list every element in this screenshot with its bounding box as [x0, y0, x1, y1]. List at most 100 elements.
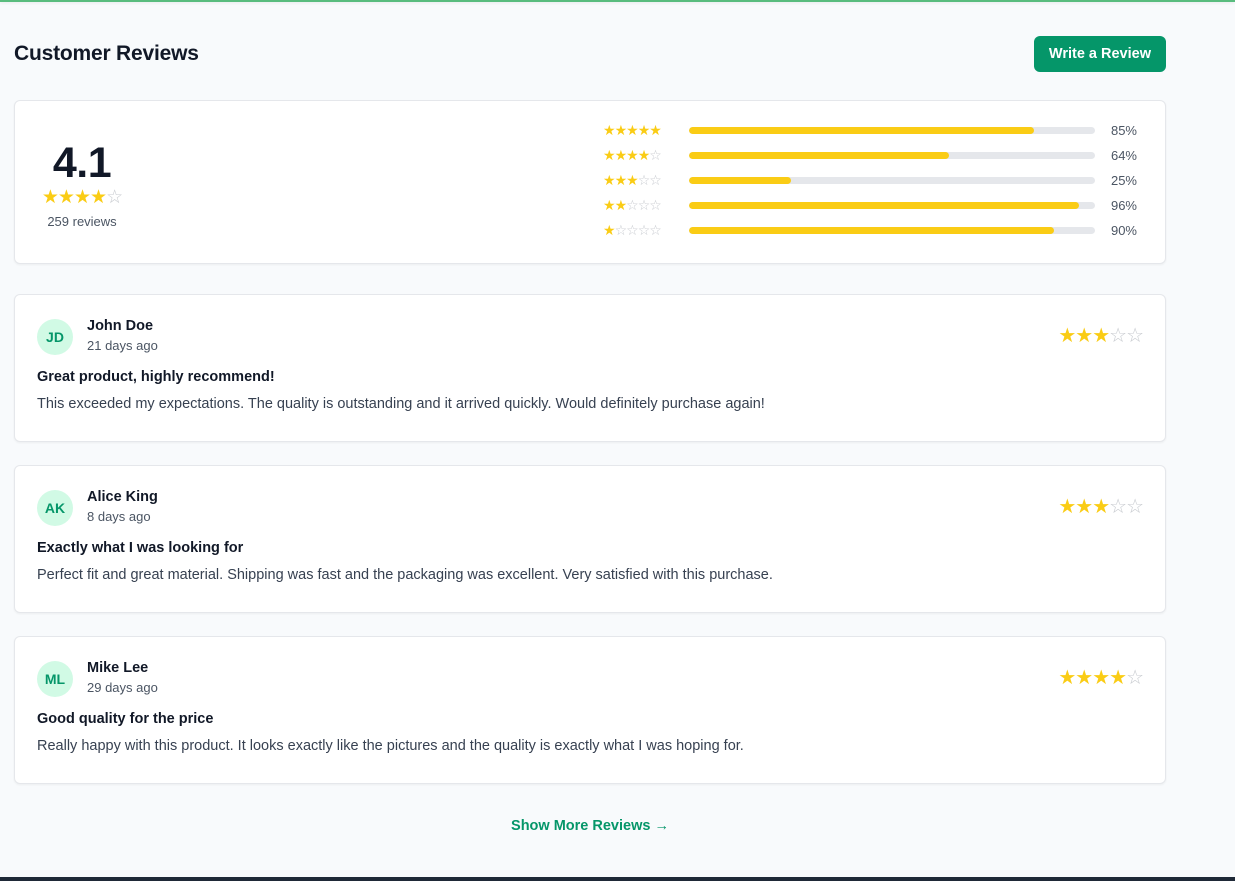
review-card: ML Mike Lee 29 days ago ★★★★☆ Good quali…	[14, 636, 1166, 784]
review-count: 259 reviews	[47, 213, 117, 229]
review-body: Perfect fit and great material. Shipping…	[37, 567, 773, 583]
average-rating: 4.1 ★★★★☆ 259 reviews	[37, 140, 127, 229]
star-empty-icon: ☆	[1126, 496, 1144, 518]
distribution-bar	[689, 127, 1095, 134]
distribution-bar	[689, 177, 1095, 184]
reviewer-info: John Doe 21 days ago	[87, 317, 158, 353]
star-empty-icon: ☆	[637, 172, 651, 188]
reviewer-name: John Doe	[87, 318, 154, 334]
rating-distribution: ★★★★★ 85% ★★★★☆ 64% ★★★☆☆ 25% ★★☆☆☆ 96% …	[603, 122, 1137, 239]
review-rating-stars: ★★★☆☆	[1058, 325, 1144, 347]
star-filled-icon: ★	[73, 186, 91, 208]
distribution-row-5: ★★★★★ 85%	[603, 122, 1137, 139]
review-card: JD John Doe 21 days ago ★★★☆☆ Great prod…	[14, 294, 1166, 442]
reviewer-info: Mike Lee 29 days ago	[87, 659, 158, 695]
star-empty-icon: ☆	[626, 197, 639, 213]
star-filled-icon: ★	[603, 197, 616, 213]
star-empty-icon: ☆	[106, 186, 123, 208]
star-filled-icon: ★	[637, 122, 651, 138]
avatar: ML	[37, 661, 73, 697]
bottom-bar	[0, 877, 1235, 881]
star-filled-icon: ★	[1075, 667, 1093, 689]
star-filled-icon: ★	[614, 147, 628, 163]
distribution-stars: ★☆☆☆☆	[603, 222, 689, 239]
star-filled-icon: ★	[614, 122, 628, 138]
star-empty-icon: ☆	[626, 222, 639, 238]
star-empty-icon: ☆	[1126, 667, 1144, 689]
star-filled-icon: ★	[603, 147, 616, 163]
distribution-row-1: ★☆☆☆☆ 90%	[603, 222, 1137, 239]
star-empty-icon: ☆	[1126, 325, 1144, 347]
review-title: Great product, highly recommend!	[37, 369, 275, 385]
review-date: 29 days ago	[87, 680, 158, 695]
distribution-percent: 90%	[1110, 223, 1137, 238]
distribution-bar-fill	[689, 177, 791, 184]
average-rating-value: 4.1	[52, 138, 112, 187]
average-stars: ★★★★☆	[41, 186, 123, 208]
distribution-percent: 85%	[1110, 123, 1137, 138]
star-filled-icon: ★	[614, 172, 628, 188]
distribution-bar-fill	[689, 152, 949, 159]
reviewer-name: Mike Lee	[87, 660, 149, 676]
distribution-bar	[689, 202, 1095, 209]
star-empty-icon: ☆	[637, 222, 651, 238]
star-filled-icon: ★	[1092, 667, 1110, 689]
distribution-bar	[689, 227, 1095, 234]
star-filled-icon: ★	[1092, 325, 1110, 347]
distribution-row-2: ★★☆☆☆ 96%	[603, 197, 1137, 214]
review-date: 8 days ago	[87, 509, 151, 524]
distribution-stars: ★★★★★	[603, 122, 689, 139]
star-filled-icon: ★	[603, 172, 616, 188]
distribution-bar-fill	[689, 202, 1079, 209]
review-title: Good quality for the price	[37, 711, 214, 727]
review-header: ML Mike Lee 29 days ago	[37, 659, 1143, 697]
rating-summary-card: 4.1 ★★★★☆ 259 reviews ★★★★★ 85% ★★★★☆ 64…	[14, 100, 1166, 264]
star-filled-icon: ★	[614, 197, 628, 213]
review-title: Exactly what I was looking for	[37, 540, 244, 556]
star-empty-icon: ☆	[1109, 325, 1127, 347]
star-empty-icon: ☆	[649, 147, 662, 163]
page-title: Customer Reviews	[14, 41, 199, 65]
review-rating-stars: ★★★★☆	[1058, 667, 1144, 689]
star-filled-icon: ★	[637, 147, 651, 163]
star-filled-icon: ★	[1075, 325, 1093, 347]
star-filled-icon: ★	[1058, 496, 1076, 518]
star-filled-icon: ★	[626, 172, 639, 188]
avatar: JD	[37, 319, 73, 355]
star-filled-icon: ★	[649, 122, 662, 138]
distribution-stars: ★★★☆☆	[603, 172, 689, 189]
star-filled-icon: ★	[1058, 667, 1076, 689]
avatar: AK	[37, 490, 73, 526]
review-header: JD John Doe 21 days ago	[37, 317, 1143, 355]
star-empty-icon: ☆	[637, 197, 651, 213]
star-filled-icon: ★	[1058, 325, 1076, 347]
distribution-percent: 25%	[1110, 173, 1137, 188]
star-filled-icon: ★	[1092, 496, 1110, 518]
show-more-reviews-link[interactable]: Show More Reviews →	[511, 818, 669, 834]
star-filled-icon: ★	[90, 186, 107, 208]
review-body: This exceeded my expectations. The quali…	[37, 396, 765, 412]
reviews-section: Customer Reviews Write a Review 4.1 ★★★★…	[14, 0, 1166, 835]
review-header: AK Alice King 8 days ago	[37, 488, 1143, 526]
review-date: 21 days ago	[87, 338, 158, 353]
distribution-percent: 64%	[1110, 148, 1137, 163]
distribution-bar-fill	[689, 227, 1055, 234]
star-empty-icon: ☆	[649, 222, 662, 238]
distribution-bar	[689, 152, 1095, 159]
star-empty-icon: ☆	[649, 197, 662, 213]
distribution-stars: ★★★★☆	[603, 147, 689, 164]
reviewer-name: Alice King	[87, 489, 158, 505]
reviewer-info: Alice King 8 days ago	[87, 488, 158, 524]
star-empty-icon: ☆	[614, 222, 628, 238]
star-filled-icon: ★	[1075, 496, 1093, 518]
star-empty-icon: ☆	[1109, 496, 1127, 518]
distribution-row-4: ★★★★☆ 64%	[603, 147, 1137, 164]
distribution-percent: 96%	[1110, 198, 1137, 213]
star-filled-icon: ★	[603, 222, 616, 238]
write-review-button[interactable]: Write a Review	[1033, 35, 1166, 72]
star-filled-icon: ★	[41, 186, 59, 208]
star-filled-icon: ★	[626, 147, 639, 163]
distribution-bar-fill	[689, 127, 1035, 134]
review-rating-stars: ★★★☆☆	[1058, 496, 1144, 518]
star-filled-icon: ★	[603, 122, 616, 138]
